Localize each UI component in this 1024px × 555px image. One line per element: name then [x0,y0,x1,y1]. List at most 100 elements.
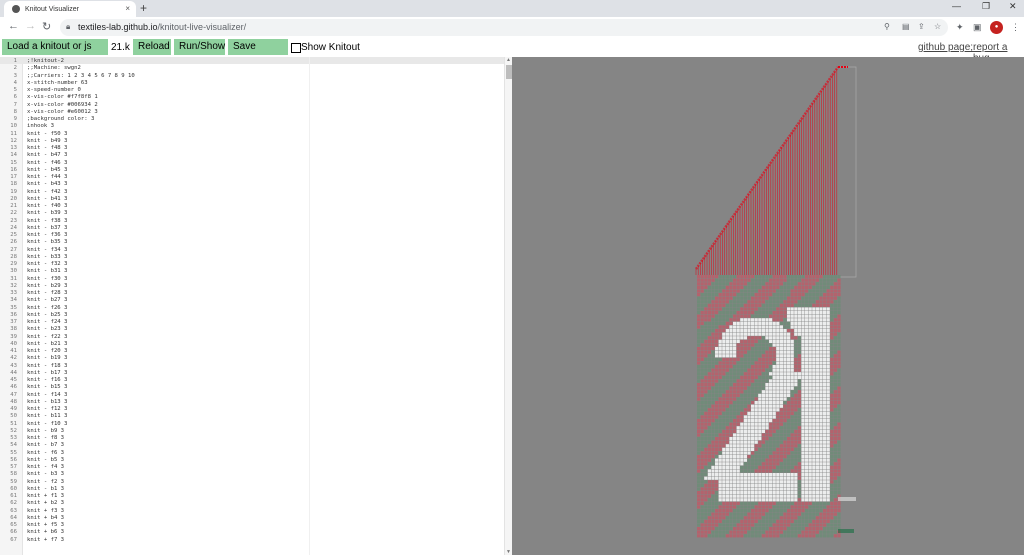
code-line[interactable]: 27 knit - f34 3 [0,247,504,254]
code-line[interactable]: 28 knit - b33 3 [0,254,504,261]
code-line[interactable]: 18 knit - b43 3 [0,181,504,188]
code-line[interactable]: 29 knit - f32 3 [0,261,504,268]
browser-tab[interactable]: Knitout Visualizer × [4,1,136,17]
code-line[interactable]: 31 knit - f30 3 [0,276,504,283]
code-line[interactable]: 26 knit - b35 3 [0,239,504,246]
code-line[interactable]: 66 knit + b6 3 [0,529,504,536]
code-line[interactable]: 35 knit - f26 3 [0,305,504,312]
code-line[interactable]: 54 knit - b7 3 [0,442,504,449]
code-line[interactable]: 48 knit - b13 3 [0,399,504,406]
translate-icon[interactable]: ▤ [902,22,910,31]
github-page-link[interactable]: github page; [918,42,973,53]
code-line[interactable]: 42 knit - b19 3 [0,355,504,362]
code-line[interactable]: 61 knit + f1 3 [0,493,504,500]
run-show-button[interactable]: Run/Show [174,39,225,55]
code-line[interactable]: 32 knit - b29 3 [0,283,504,290]
editor-scrollbar[interactable]: ▲ ▼ [504,57,512,555]
load-file-button[interactable]: Load a knitout or js file [2,39,108,68]
code-line[interactable]: 1 ;!knitout-2 [0,58,504,65]
code-lines[interactable]: 1 ;!knitout-2 2 ;;Machine: swgn2 3 ;;Carriers… [0,58,504,544]
share-icon[interactable]: ⇪ [918,22,925,31]
code-line[interactable]: 19 knit - f42 3 [0,189,504,196]
code-line[interactable]: 58 knit - b3 3 [0,471,504,478]
code-line[interactable]: 5 x-speed-number 0 [0,87,504,94]
code-line[interactable]: 7 x-vis-color #006934 2 [0,102,504,109]
code-line[interactable]: 14 knit - b47 3 [0,152,504,159]
code-line[interactable]: 57 knit - f4 3 [0,464,504,471]
url-text[interactable]: textiles-lab.github.io/knitout-live-visu… [78,22,246,32]
code-line[interactable]: 55 knit - f6 3 [0,450,504,457]
code-line[interactable]: 30 knit - b31 3 [0,268,504,275]
tab-close-icon[interactable]: × [125,4,130,13]
code-line[interactable]: 41 knit - f20 3 [0,348,504,355]
menu-kebab-icon[interactable]: ⋮ [1011,22,1020,33]
scroll-down-arrow-icon[interactable]: ▼ [506,549,511,555]
code-line[interactable]: 37 knit - f24 3 [0,319,504,326]
code-line[interactable]: 64 knit + b4 3 [0,515,504,522]
code-line[interactable]: 47 knit - f14 3 [0,392,504,399]
code-line[interactable]: 36 knit - b25 3 [0,312,504,319]
stitch [787,422,791,426]
code-line[interactable]: 62 knit + b2 3 [0,500,504,507]
code-editor[interactable]: 1 ;!knitout-2 2 ;;Machine: swgn2 3 ;;Carriers… [0,57,512,555]
code-line[interactable]: 3 ;;Carriers: 1 2 3 4 5 6 7 8 9 10 [0,73,504,80]
code-line[interactable]: 16 knit - b45 3 [0,167,504,174]
profile-avatar[interactable]: ● [990,21,1003,34]
code-line[interactable]: 65 knit + f5 3 [0,522,504,529]
code-line[interactable]: 63 knit + f3 3 [0,508,504,515]
code-line[interactable]: 21 knit - f40 3 [0,203,504,210]
code-line[interactable]: 11 knit - f50 3 [0,131,504,138]
code-line[interactable]: 24 knit - b37 3 [0,225,504,232]
close-window-icon[interactable]: ✕ [1009,1,1017,12]
code-line[interactable]: 60 knit - b1 3 [0,486,504,493]
reload-page-icon[interactable]: ↻ [42,20,51,33]
code-line[interactable]: 40 knit - b21 3 [0,341,504,348]
code-line[interactable]: 6 x-vis-color #f7f8f8 1 [0,94,504,101]
show-knitout-checkbox[interactable] [291,43,301,53]
code-line[interactable]: 2 ;;Machine: swgn2 [0,65,504,72]
code-line[interactable]: 4 x-stitch-number 63 [0,80,504,87]
code-line[interactable]: 56 knit - b5 3 [0,457,504,464]
save-knitout-button[interactable]: Save Knitout [228,39,288,68]
extensions-icon[interactable]: ✦ [956,22,964,33]
code-line[interactable]: 22 knit - b39 3 [0,210,504,217]
code-line[interactable]: 12 knit - b49 3 [0,138,504,145]
code-line[interactable]: 52 knit - b9 3 [0,428,504,435]
back-icon[interactable]: ← [8,20,19,32]
code-line[interactable]: 20 knit - b41 3 [0,196,504,203]
code-line[interactable]: 51 knit - f10 3 [0,421,504,428]
code-line[interactable]: 10 inhook 3 [0,123,504,130]
code-line[interactable]: 45 knit - f16 3 [0,377,504,384]
code-line[interactable]: 34 knit - b27 3 [0,297,504,304]
code-line[interactable]: 17 knit - f44 3 [0,174,504,181]
code-line[interactable]: 44 knit - b17 3 [0,370,504,377]
minimize-icon[interactable]: — [952,1,961,11]
new-tab-button[interactable]: + [140,1,147,15]
code-line[interactable]: 25 knit - f36 3 [0,232,504,239]
code-line[interactable]: 15 knit - f46 3 [0,160,504,167]
scroll-up-arrow-icon[interactable]: ▲ [506,57,511,63]
reload-button[interactable]: Reload [133,39,171,55]
code-line[interactable]: 53 knit - f8 3 [0,435,504,442]
restore-icon[interactable]: ❐ [982,1,990,12]
code-line[interactable]: 43 knit - f18 3 [0,363,504,370]
address-bar[interactable]: 🔒︎ textiles-lab.github.io/knitout-live-v… [60,19,948,36]
code-line[interactable]: 50 knit - b11 3 [0,413,504,420]
code-line[interactable]: 38 knit - b23 3 [0,326,504,333]
code-line[interactable]: 39 knit - f22 3 [0,334,504,341]
code-line[interactable]: 9 ;background color: 3 [0,116,504,123]
code-line[interactable]: 33 knit - f28 3 [0,290,504,297]
code-line[interactable]: 59 knit - f2 3 [0,479,504,486]
side-panel-icon[interactable]: ▣ [973,22,982,33]
code-line[interactable]: 49 knit - f12 3 [0,406,504,413]
knit-visualizer-canvas[interactable] [512,57,1024,555]
zoom-icon[interactable]: ⚲ [884,22,890,31]
code-line[interactable]: 67 knit + f7 3 [0,537,504,544]
code-line[interactable]: 13 knit - f48 3 [0,145,504,152]
show-knitout-label[interactable]: Show Knitout [301,42,360,53]
bookmark-star-icon[interactable]: ☆ [934,22,941,31]
code-line[interactable]: 8 x-vis-color #e60012 3 [0,109,504,116]
forward-icon[interactable]: → [25,20,36,32]
code-line[interactable]: 23 knit - f38 3 [0,218,504,225]
code-line[interactable]: 46 knit - b15 3 [0,384,504,391]
